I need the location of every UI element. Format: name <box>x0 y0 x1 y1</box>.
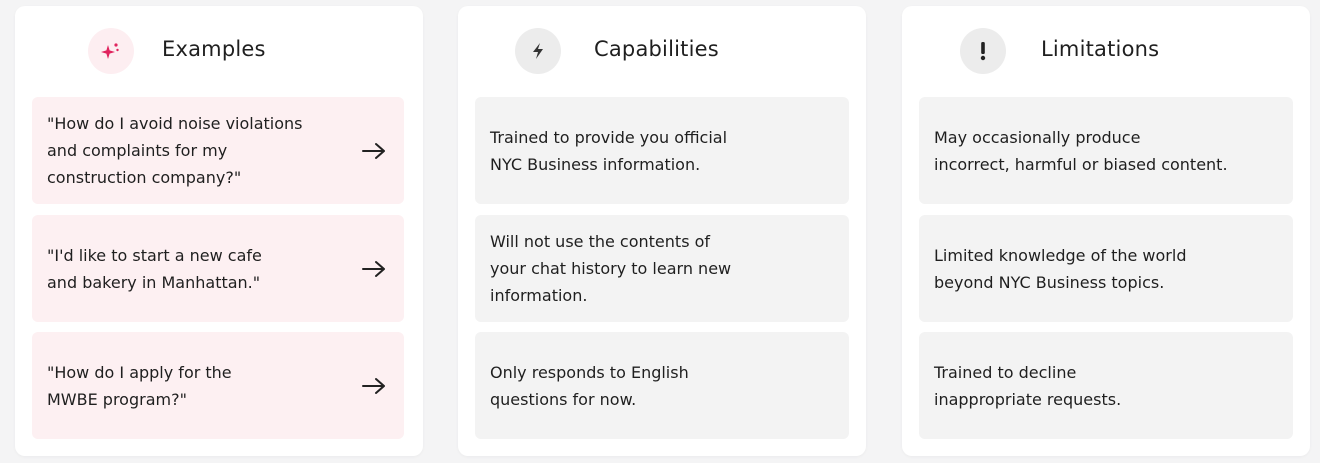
examples-header: Examples <box>15 28 423 74</box>
example-prompt-text: "I'd like to start a new cafe and bakery… <box>47 245 262 292</box>
example-prompt-noise[interactable]: "How do I avoid noise violations and com… <box>32 97 404 204</box>
arrow-right-icon <box>362 142 385 159</box>
capabilities-title: Capabilities <box>594 37 719 61</box>
capabilities-header: Capabilities <box>458 28 866 74</box>
capabilities-panel: Examples "How do I avoid noise violation… <box>0 0 1320 463</box>
arrow-right-icon <box>362 260 385 277</box>
limitations-header: Limitations <box>902 28 1310 74</box>
example-prompt-text: "How do I apply for the MWBE program?" <box>47 362 232 409</box>
examples-title: Examples <box>162 37 266 61</box>
example-prompt-cafe[interactable]: "I'd like to start a new cafe and bakery… <box>32 215 404 322</box>
limitations-card: Limitations May occasionally produce inc… <box>902 6 1310 456</box>
capability-text: Only responds to English questions for n… <box>490 362 689 409</box>
limitation-item: Trained to decline inappropriate request… <box>919 332 1293 439</box>
capability-text: Trained to provide you official NYC Busi… <box>490 127 728 174</box>
limitation-item: May occasionally produce incorrect, harm… <box>919 97 1293 204</box>
arrow-right-icon <box>362 377 385 394</box>
capability-item: Trained to provide you official NYC Busi… <box>475 97 849 204</box>
example-prompt-mwbe[interactable]: "How do I apply for the MWBE program?" <box>32 332 404 439</box>
limitation-text: Limited knowledge of the world beyond NY… <box>934 245 1187 292</box>
sparkle-icon <box>88 28 134 74</box>
examples-card: Examples "How do I avoid noise violation… <box>15 6 423 456</box>
capability-item: Only responds to English questions for n… <box>475 332 849 439</box>
limitations-title: Limitations <box>1041 37 1160 61</box>
limitation-item: Limited knowledge of the world beyond NY… <box>919 215 1293 322</box>
limitation-text: May occasionally produce incorrect, harm… <box>934 127 1228 174</box>
capabilities-card: Capabilities Trained to provide you offi… <box>458 6 866 456</box>
capability-text: Will not use the contents of your chat h… <box>490 232 732 305</box>
example-prompt-text: "How do I avoid noise violations and com… <box>47 114 303 187</box>
exclamation-icon <box>960 28 1006 74</box>
lightning-icon <box>515 28 561 74</box>
limitation-text: Trained to decline inappropriate request… <box>934 362 1122 409</box>
capability-item: Will not use the contents of your chat h… <box>475 215 849 322</box>
